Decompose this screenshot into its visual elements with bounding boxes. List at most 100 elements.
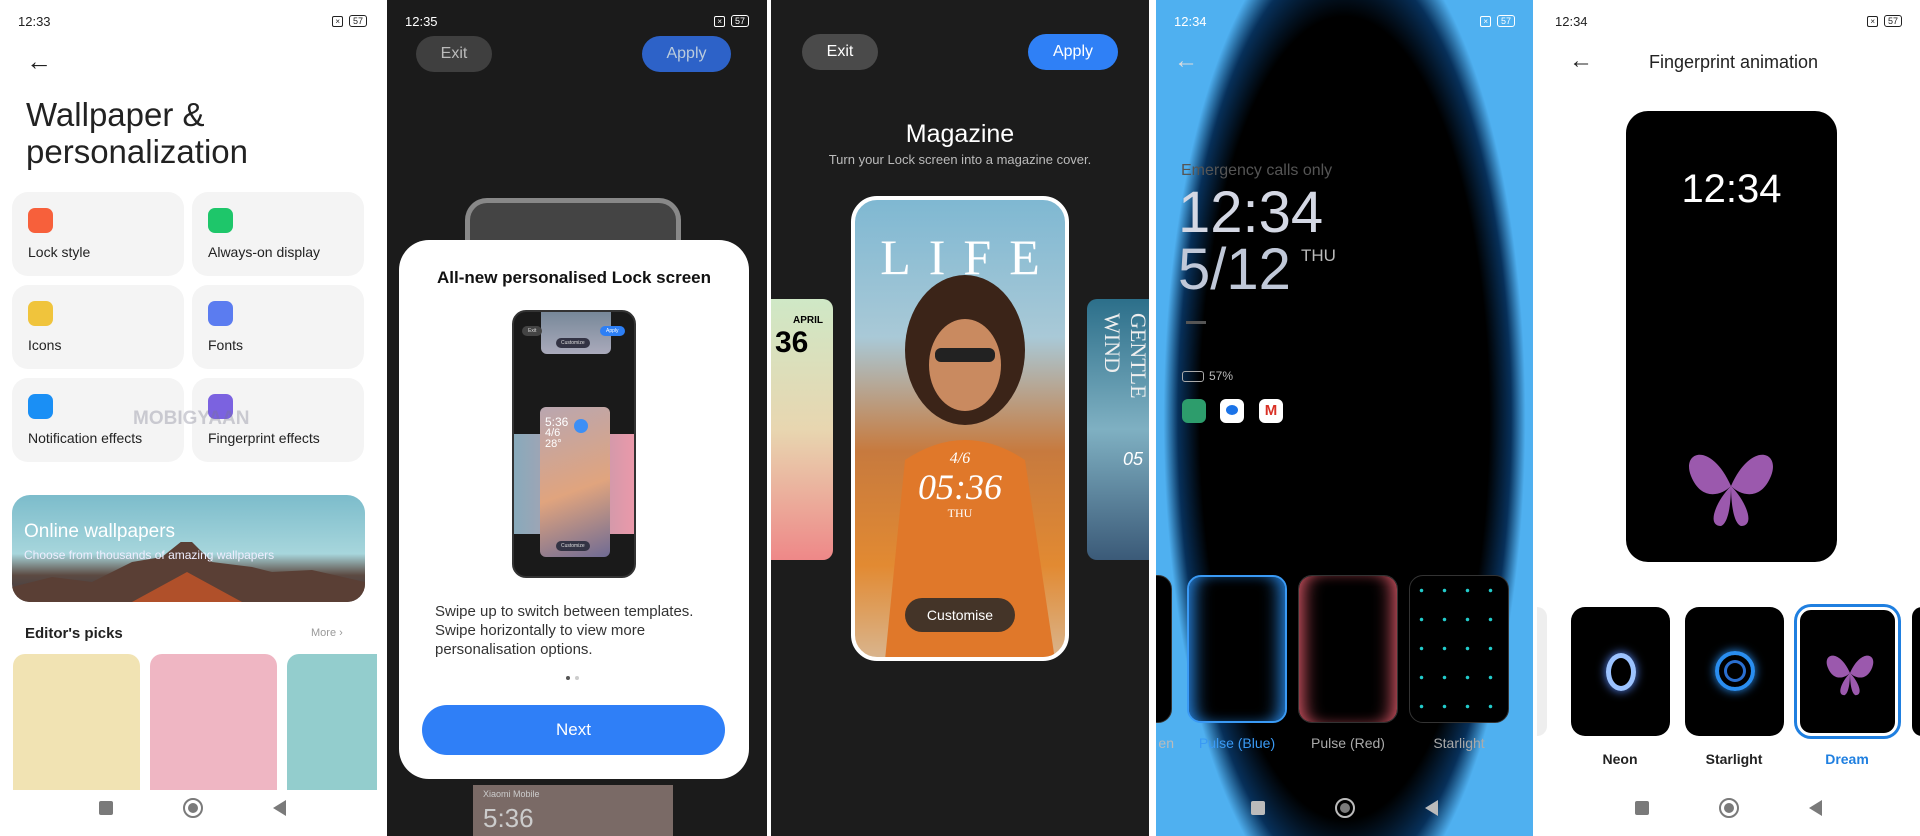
lock-icon bbox=[28, 208, 53, 233]
clock-day: THU bbox=[1301, 246, 1336, 265]
status-time: 12:34 bbox=[1174, 13, 1207, 29]
magazine-preview[interactable]: LIFE 4/6 05:36 THU Customise bbox=[851, 196, 1069, 661]
exit-button[interactable]: Exit bbox=[802, 34, 878, 70]
fp-option-starlight[interactable] bbox=[1685, 607, 1784, 736]
watermark: MOBIGYAAN bbox=[133, 408, 250, 429]
fingerprint-animation-screen: 12:34 × 57 ← Fingerprint animation 12:34 … bbox=[1537, 0, 1920, 836]
recents-icon[interactable] bbox=[1251, 801, 1265, 815]
more-link[interactable]: More › bbox=[311, 627, 343, 639]
right-card-text: GENTLE WIND bbox=[1100, 313, 1149, 399]
recents-icon[interactable] bbox=[99, 801, 113, 815]
no-sim-icon: × bbox=[1867, 15, 1878, 27]
carrier-text: Xiaomi Mobile bbox=[483, 789, 540, 799]
mini-customize: Customize bbox=[556, 541, 590, 551]
fp-option-partial-left[interactable] bbox=[1537, 607, 1547, 736]
pick-swatch[interactable] bbox=[13, 654, 140, 790]
home-icon[interactable] bbox=[1335, 798, 1355, 818]
phone-preview-bottom: Xiaomi Mobile 5:36 bbox=[473, 785, 673, 836]
mini-temp: 28° bbox=[545, 438, 562, 450]
editors-picks-title: Editor's picks bbox=[25, 625, 123, 642]
dialog-title: All-new personalised Lock screen bbox=[437, 268, 711, 287]
aod-style-screen: 12:34 × 57 ← Emergency calls only 12:34 5… bbox=[1156, 0, 1533, 836]
cover-day: THU bbox=[947, 506, 973, 520]
lockscreen-intro-screen: 12:35 × 57 Exit Apply Xiaomi Mobile 5:36 … bbox=[387, 0, 767, 836]
recents-icon[interactable] bbox=[1635, 801, 1649, 815]
notification-icon bbox=[28, 394, 53, 419]
online-wallpapers-banner[interactable]: Online wallpapers Choose from thousands … bbox=[12, 495, 365, 602]
clock-date: 5/12 bbox=[1178, 237, 1291, 302]
animation-preview: 12:34 bbox=[1626, 111, 1837, 562]
back-icon[interactable] bbox=[1425, 800, 1438, 816]
battery-icon: 57 bbox=[348, 15, 367, 27]
weather-indicator bbox=[1186, 321, 1206, 324]
magazine-masthead: LIFE bbox=[880, 229, 1058, 285]
intro-dialog: All-new personalised Lock screen Customi… bbox=[399, 240, 749, 779]
customise-button[interactable]: Customise bbox=[905, 598, 1015, 632]
status-bar: 12:33 × 57 bbox=[18, 10, 367, 32]
emergency-text: Emergency calls only bbox=[1181, 162, 1333, 179]
status-time: 12:34 bbox=[1555, 13, 1588, 29]
back-icon[interactable] bbox=[1809, 800, 1822, 816]
aod-battery-text: 57% bbox=[1209, 369, 1234, 383]
mini-apply: Apply bbox=[600, 326, 625, 336]
next-button[interactable]: Next bbox=[422, 705, 725, 755]
no-sim-icon: × bbox=[332, 15, 343, 27]
card-fonts[interactable]: Fonts bbox=[192, 285, 364, 369]
aod-option-label: Starlight bbox=[1433, 735, 1485, 751]
pick-swatch[interactable] bbox=[287, 654, 377, 790]
page-dot bbox=[575, 676, 579, 680]
aod-option-label: en bbox=[1158, 735, 1174, 751]
clock-time: 12:34 bbox=[1178, 180, 1324, 245]
neon-ring-icon bbox=[1605, 653, 1636, 691]
aod-option-pulse-red[interactable] bbox=[1298, 575, 1398, 723]
fp-option-label-selected: Dream bbox=[1825, 751, 1869, 767]
back-arrow-icon[interactable]: ← bbox=[26, 46, 52, 77]
mini-customize: Customize bbox=[556, 338, 590, 348]
battery-icon: 57 bbox=[1883, 15, 1902, 27]
icons-icon bbox=[28, 301, 53, 326]
card-icons[interactable]: Icons bbox=[12, 285, 184, 369]
no-sim-icon: × bbox=[714, 15, 725, 27]
card-label: Fingerprint effects bbox=[208, 430, 320, 446]
cover-time: 05:36 bbox=[918, 467, 1002, 507]
exit-button[interactable]: Exit bbox=[416, 36, 492, 72]
card-label: Lock style bbox=[28, 244, 91, 260]
home-icon[interactable] bbox=[1719, 798, 1739, 818]
fp-option-dream[interactable] bbox=[1797, 607, 1898, 736]
apply-button[interactable]: Apply bbox=[642, 36, 731, 72]
more-label: More bbox=[311, 627, 337, 639]
back-arrow-icon[interactable]: ← bbox=[1174, 47, 1198, 75]
left-template-card[interactable]: APRIL 36 bbox=[771, 299, 833, 560]
aod-option-partial[interactable] bbox=[1156, 575, 1172, 723]
template-subtitle: Turn your Lock screen into a magazine co… bbox=[828, 152, 1092, 167]
starlight-ring-icon bbox=[1714, 651, 1755, 691]
aod-option-starlight[interactable] bbox=[1409, 575, 1509, 723]
apply-button[interactable]: Apply bbox=[1028, 34, 1118, 70]
status-bar: 12:35 × 57 bbox=[405, 10, 749, 32]
battery-icon: 57 bbox=[730, 15, 749, 27]
card-always-on-display[interactable]: Always-on display bbox=[192, 192, 364, 276]
home-icon[interactable] bbox=[183, 798, 203, 818]
magazine-template-screen: Exit Apply Magazine Turn your Lock scree… bbox=[771, 0, 1149, 836]
fp-option-partial-right[interactable] bbox=[1912, 607, 1920, 736]
page-dot-active bbox=[566, 676, 570, 680]
dialog-body: Swipe up to switch between templates. Sw… bbox=[435, 603, 694, 658]
preview-time: 12:34 bbox=[1681, 167, 1782, 211]
fp-option-neon[interactable] bbox=[1571, 607, 1670, 736]
no-sim-icon: × bbox=[1480, 15, 1491, 27]
pick-swatch[interactable] bbox=[150, 654, 277, 790]
right-template-card[interactable]: GENTLE WIND 05 bbox=[1087, 299, 1149, 560]
card-lock-style[interactable]: Lock style bbox=[12, 192, 184, 276]
banner-subtitle: Choose from thousands of amazing wallpap… bbox=[24, 548, 275, 562]
behind-time: 5:36 bbox=[483, 803, 534, 833]
fonts-icon bbox=[208, 301, 233, 326]
mini-main-card: 5:36 4/6 28° Customize bbox=[540, 407, 610, 557]
card-label: Always-on display bbox=[208, 244, 321, 260]
aod-option-pulse-blue[interactable] bbox=[1187, 575, 1287, 723]
status-bar: 12:34 × 57 bbox=[1174, 10, 1515, 32]
aod-option-label-selected: Pulse (Blue) bbox=[1198, 735, 1276, 751]
animated-phone-illustration: Customize Exit Apply 5:36 4/6 28° Custom… bbox=[512, 310, 636, 578]
card-label: Notification effects bbox=[28, 430, 143, 446]
nav-bar bbox=[1156, 798, 1533, 818]
back-icon[interactable] bbox=[273, 800, 286, 816]
